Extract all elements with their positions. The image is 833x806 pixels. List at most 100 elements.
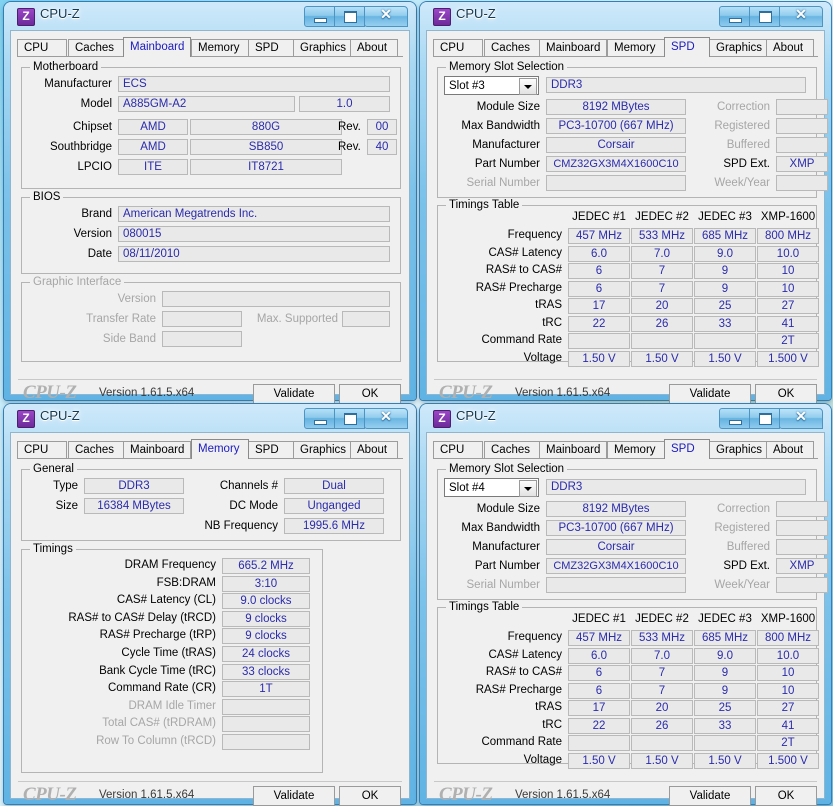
label-bios-brand: Brand [81,208,112,220]
close-icon[interactable]: ✕ [779,408,823,429]
tab-spd[interactable]: SPD [664,37,710,57]
tab-graphics[interactable]: Graphics [709,39,767,57]
tab-about[interactable]: About [350,441,398,459]
window-controls[interactable]: ✕ [304,6,408,27]
slot-select-dropdown[interactable]: Slot #3 [444,76,539,95]
label-manufacturer: Manufacturer [472,139,540,151]
tab-memory[interactable]: Memory [191,39,249,57]
tab-cpu[interactable]: CPU [17,39,67,57]
titlebar[interactable]: Z CPU-Z ✕ [420,2,831,30]
tab-spd[interactable]: SPD [664,439,710,459]
tab-caches[interactable]: Caches [68,441,124,459]
validate-button[interactable]: Validate [669,384,751,404]
timings-row-label: Command Rate [481,334,562,346]
maximize-icon[interactable] [334,408,365,429]
timings-column-header: JEDEC #2 [635,211,689,223]
close-icon[interactable]: ✕ [779,6,823,27]
tab-mainboard[interactable]: Mainboard [539,441,607,459]
timings-cell: 6 [568,682,630,699]
maximize-icon[interactable] [749,408,780,429]
maximize-icon[interactable] [334,6,365,27]
chevron-down-icon[interactable] [519,78,537,95]
timings-cell: 6 [568,665,630,681]
tab-caches[interactable]: Caches [484,441,540,459]
group-motherboard: Motherboard Manufacturer ECS Model A885G… [21,61,401,189]
tab-about[interactable]: About [766,39,814,57]
timings-row-label: Command Rate [481,736,562,748]
window-title: CPU-Z [40,6,80,21]
titlebar[interactable]: Z CPU-Z ✕ [4,404,416,432]
value-gi-version [162,291,390,307]
validate-button[interactable]: Validate [253,384,335,404]
minimize-icon[interactable] [304,6,335,27]
timings-column-header: XMP-1600 [760,613,816,625]
tab-caches[interactable]: Caches [68,39,124,57]
tab-memory[interactable]: Memory [607,39,665,57]
tab-spd[interactable]: SPD [248,441,294,459]
cpuz-logo-icon: Z [433,8,451,26]
tab-mainboard[interactable]: Mainboard [539,39,607,57]
timings-cell: 800 MHz [757,630,819,646]
window-controls[interactable]: ✕ [719,408,823,429]
label-part-number: Part Number [474,560,540,572]
ok-button[interactable]: OK [755,384,817,404]
ok-button[interactable]: OK [339,384,401,404]
tab-graphics[interactable]: Graphics [293,441,351,459]
validate-button[interactable]: Validate [669,786,751,806]
memory-timing-label: RAS# to CAS# Delay (tRCD) [68,611,216,624]
tab-caches[interactable]: Caches [484,39,540,57]
window-mainboard[interactable]: Z CPU-Z ✕ CPU Caches Mainboard Memory SP… [4,2,416,404]
footer-separator [18,781,402,782]
tab-about[interactable]: About [350,39,398,57]
timings-cell: 9 [694,263,756,279]
timings-row-label: RAS# Precharge [475,683,562,696]
tab-mainboard[interactable]: Mainboard [123,441,191,459]
minimize-icon[interactable] [304,408,335,429]
cpuz-logo-icon: Z [17,410,35,428]
window-memory[interactable]: Z CPU-Z ✕ CPU Caches Mainboard Memory SP… [4,404,416,806]
timings-cell: 685 MHz [694,228,756,244]
tab-memory[interactable]: Memory [607,441,665,459]
minimize-icon[interactable] [719,6,750,27]
ok-button[interactable]: OK [339,786,401,806]
tab-graphics[interactable]: Graphics [293,39,351,57]
window-spd-slot4[interactable]: Z CPU-Z ✕ CPU Caches Mainboard Memory SP… [420,404,831,806]
tab-about[interactable]: About [766,441,814,459]
timings-row-label: tRC [542,718,562,731]
label-southbridge-rev: Rev. [338,141,361,153]
tab-cpu[interactable]: CPU [433,441,483,459]
validate-button[interactable]: Validate [253,786,335,806]
tab-bar[interactable]: CPU Caches Mainboard Memory SPD Graphics… [17,439,403,459]
tab-cpu[interactable]: CPU [17,441,67,459]
close-icon[interactable]: ✕ [364,6,408,27]
tab-graphics[interactable]: Graphics [709,441,767,459]
label-gi-version: Version [117,293,156,305]
tab-bar[interactable]: CPU Caches Mainboard Memory SPD Graphics… [17,37,403,57]
value-part-number: CMZ32GX3M4X1600C10 [546,156,686,172]
window-controls[interactable]: ✕ [304,408,408,429]
tab-bar[interactable]: CPU Caches Mainboard Memory SPD Graphics… [433,439,818,459]
tab-cpu[interactable]: CPU [433,39,483,57]
maximize-icon[interactable] [749,6,780,27]
close-icon[interactable]: ✕ [364,408,408,429]
window-controls[interactable]: ✕ [719,6,823,27]
minimize-icon[interactable] [719,408,750,429]
label-correction: Correction [716,101,770,113]
chevron-down-icon[interactable] [519,480,537,497]
titlebar[interactable]: Z CPU-Z ✕ [4,2,416,30]
ok-button[interactable]: OK [755,786,817,806]
label-bios-version: Version [73,228,112,240]
slot-select-dropdown[interactable]: Slot #4 [444,478,539,497]
titlebar[interactable]: Z CPU-Z ✕ [420,404,831,432]
memory-timing-label: DRAM Frequency [124,559,216,571]
tab-memory[interactable]: Memory [191,439,249,459]
window-client-area: CPU Caches Mainboard Memory SPD Graphics… [426,30,828,404]
tab-spd[interactable]: SPD [248,39,294,57]
value-southbridge-vendor: AMD [118,139,188,155]
slot-select-value: Slot #4 [449,482,485,494]
value-channels: Dual [284,478,384,494]
window-spd-slot3[interactable]: Z CPU-Z ✕ CPU Caches Mainboard Memory SP… [420,2,831,404]
tab-mainboard[interactable]: Mainboard [123,37,191,57]
timings-cell: 41 [757,315,819,332]
tab-bar[interactable]: CPU Caches Mainboard Memory SPD Graphics… [433,37,818,57]
